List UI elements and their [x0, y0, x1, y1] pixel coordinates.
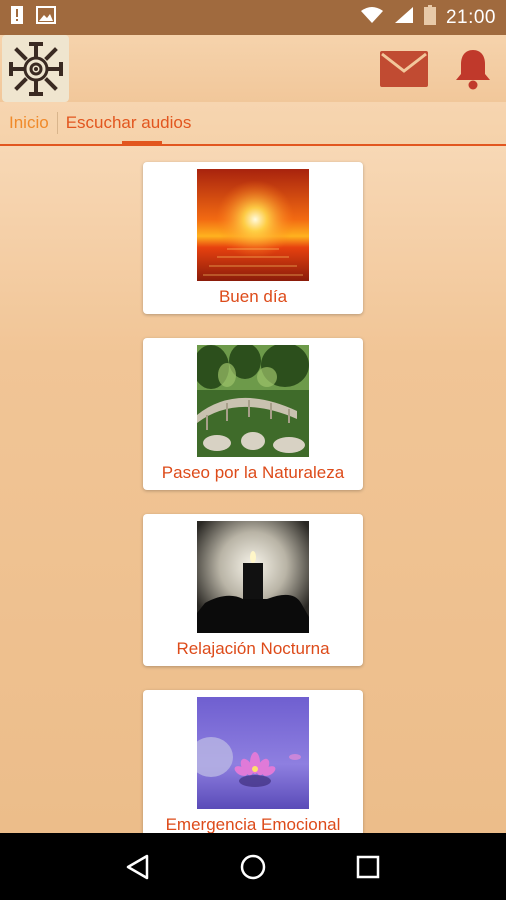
mail-icon [380, 50, 428, 87]
audio-card-paseo-naturaleza[interactable]: Paseo por la Naturaleza [143, 338, 363, 490]
back-icon [126, 854, 148, 879]
app-screen: Inicio Escuchar audios Buen día Paseo po… [0, 35, 506, 833]
tab-inicio[interactable]: Inicio [7, 113, 51, 133]
audio-card-buen-dia[interactable]: Buen día [143, 162, 363, 314]
home-icon [240, 854, 266, 879]
home-button[interactable] [223, 837, 283, 897]
audio-thumbnail-sunset [197, 169, 309, 281]
alert-icon [10, 5, 24, 30]
battery-icon [423, 4, 436, 31]
tribal-sun-logo [8, 41, 63, 96]
tab-separator [56, 112, 58, 134]
audio-title: Relajación Nocturna [176, 639, 330, 658]
bell-icon [456, 49, 490, 89]
audio-thumbnail-candle [197, 521, 309, 633]
signal-icon [394, 6, 414, 30]
audio-card-emergencia-emocional[interactable]: Emergencia Emocional [143, 690, 363, 833]
status-bar: 21:00 [0, 0, 506, 35]
mail-button[interactable] [380, 50, 428, 87]
system-nav-bar [0, 833, 506, 900]
app-logo[interactable] [2, 35, 69, 102]
back-button[interactable] [108, 837, 168, 897]
audio-title: Paseo por la Naturaleza [161, 463, 345, 482]
recents-icon [357, 855, 380, 878]
status-time: 21:00 [445, 6, 496, 28]
audio-thumbnail-garden-bridge [197, 345, 309, 457]
audio-title: Emergencia Emocional [165, 815, 341, 833]
wifi-icon [360, 6, 384, 30]
app-header [0, 35, 506, 102]
tab-escuchar-audios[interactable]: Escuchar audios [64, 113, 194, 133]
recents-button[interactable] [338, 837, 398, 897]
audio-title: Buen día [218, 287, 288, 306]
notifications-button[interactable] [454, 48, 492, 90]
tab-bar: Inicio Escuchar audios [0, 102, 506, 146]
image-icon [36, 6, 56, 29]
tab-selected-indicator [122, 141, 162, 146]
audio-card-relajacion-nocturna[interactable]: Relajación Nocturna [143, 514, 363, 666]
audio-thumbnail-lotus [197, 697, 309, 809]
